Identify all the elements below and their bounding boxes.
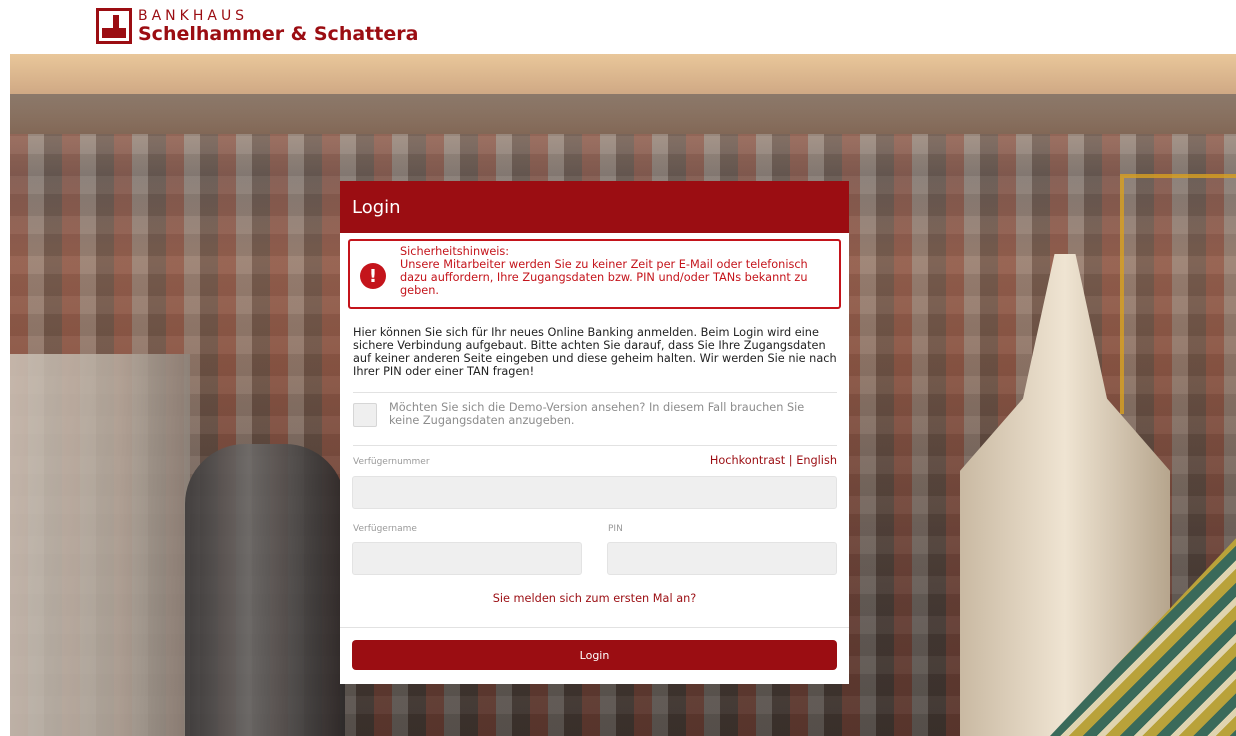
- logo-line-2: Schelhammer & Schattera: [138, 23, 419, 45]
- security-alert: ! Sicherheitshinweis: Unsere Mitarbeiter…: [348, 239, 841, 309]
- pin-input[interactable]: [607, 542, 837, 575]
- logo-mark-icon: [96, 8, 132, 44]
- login-button[interactable]: Login: [352, 640, 837, 670]
- account-name-input[interactable]: [352, 542, 582, 575]
- login-panel-header: Login: [340, 181, 849, 233]
- english-link[interactable]: English: [796, 454, 837, 467]
- divider: [353, 392, 837, 393]
- login-panel: Login ! Sicherheitshinweis: Unsere Mitar…: [340, 181, 849, 684]
- divider: [353, 445, 837, 446]
- exclamation-icon: !: [360, 263, 386, 289]
- high-contrast-link[interactable]: Hochkontrast: [710, 454, 785, 467]
- account-name-label: Verfügername: [353, 524, 417, 534]
- link-separator: |: [785, 454, 797, 467]
- demo-checkbox[interactable]: [353, 403, 377, 427]
- security-alert-body: Unsere Mitarbeiter werden Sie zu keiner …: [400, 258, 808, 297]
- pin-label: PIN: [608, 524, 623, 534]
- logo-line-1: BANKHAUS: [138, 8, 249, 24]
- login-intro-text: Hier können Sie sich für Ihr neues Onlin…: [353, 326, 837, 378]
- bank-logo[interactable]: BANKHAUS Schelhammer & Schattera: [96, 8, 418, 44]
- demo-option: Möchten Sie sich die Demo-Version ansehe…: [353, 401, 837, 427]
- accessibility-links: Hochkontrast | English: [710, 454, 837, 467]
- logo-text: BANKHAUS Schelhammer & Schattera: [138, 9, 418, 44]
- account-number-input[interactable]: [352, 476, 837, 509]
- demo-text: Möchten Sie sich die Demo-Version ansehe…: [389, 401, 805, 427]
- security-alert-text: Sicherheitshinweis: Unsere Mitarbeiter w…: [400, 245, 831, 297]
- login-title: Login: [352, 196, 401, 218]
- security-alert-heading: Sicherheitshinweis:: [400, 245, 510, 258]
- page-header: BANKHAUS Schelhammer & Schattera: [0, 0, 1236, 54]
- account-number-label: Verfügernummer: [353, 457, 430, 467]
- divider: [340, 627, 849, 628]
- first-login-link[interactable]: Sie melden sich zum ersten Mal an?: [340, 592, 849, 605]
